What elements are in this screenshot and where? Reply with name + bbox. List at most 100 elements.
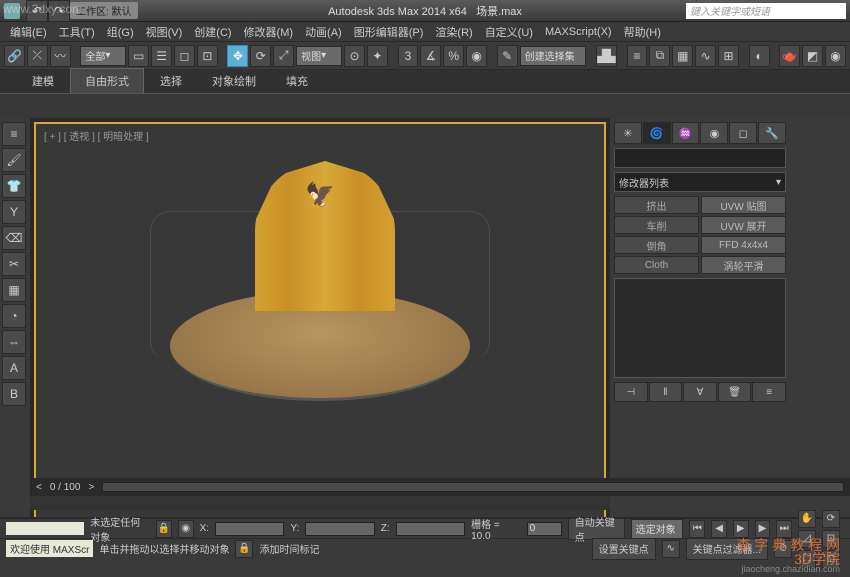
menu-modifiers[interactable]: 修改器(M): [238, 22, 300, 42]
configure-sets-button[interactable]: ≡: [752, 382, 786, 402]
play-button[interactable]: ▶: [733, 520, 749, 538]
key-filters-button[interactable]: 关键点过滤器...: [686, 538, 768, 560]
shirt-tool-button[interactable]: 👕: [2, 174, 26, 198]
material-editor-button[interactable]: ◐: [749, 45, 770, 67]
eraser-tool-button[interactable]: ⌫: [2, 226, 26, 250]
menu-tools[interactable]: 工具(T): [53, 22, 101, 42]
toggle-a-button[interactable]: A: [2, 356, 26, 380]
modifier-cloth-button[interactable]: Cloth: [614, 256, 699, 274]
link-button[interactable]: 🔗: [4, 45, 25, 67]
select-object-button[interactable]: ▭: [128, 45, 149, 67]
create-tab-button[interactable]: ✳: [614, 122, 642, 144]
constrain-button[interactable]: ⇔: [2, 330, 26, 354]
menu-create[interactable]: 创建(C): [188, 22, 237, 42]
ref-coord-dropdown[interactable]: 视图 ▾: [296, 46, 342, 66]
scrub-right-button[interactable]: >: [88, 482, 94, 493]
help-search-input[interactable]: 键入关键字或短语: [686, 3, 846, 19]
menu-edit[interactable]: 编辑(E): [4, 22, 53, 42]
modifier-lathe-button[interactable]: 车削: [614, 216, 699, 234]
ribbon-tab-selection[interactable]: 选择: [146, 69, 196, 93]
rendered-frame-button[interactable]: ◩: [802, 45, 823, 67]
modifier-uvw-map-button[interactable]: UVW 贴图: [701, 196, 786, 214]
y-spinner[interactable]: [305, 522, 374, 536]
menu-customize[interactable]: 自定义(U): [479, 22, 539, 42]
select-region-button[interactable]: ◻: [174, 45, 195, 67]
modifier-turbosmooth-button[interactable]: 涡轮平滑: [701, 256, 786, 274]
ribbon-tab-freeform[interactable]: 自由形式: [70, 68, 144, 93]
undo-button[interactable]: ↶: [26, 0, 48, 22]
utilities-tab-button[interactable]: 🔧: [758, 122, 786, 144]
display-tab-button[interactable]: ◻: [729, 122, 757, 144]
z-spinner[interactable]: [396, 522, 465, 536]
grid-tool-button[interactable]: ▦: [2, 278, 26, 302]
select-by-name-button[interactable]: ☰: [151, 45, 172, 67]
modifier-extrude-button[interactable]: 挤出: [614, 196, 699, 214]
modifier-ffd-button[interactable]: FFD 4x4x4: [701, 236, 786, 254]
set-key-button[interactable]: 设置关键点: [592, 538, 656, 560]
pan-view-button[interactable]: ✋: [798, 510, 816, 528]
show-end-result-button[interactable]: ‖: [649, 382, 683, 402]
branch-tool-button[interactable]: Y: [2, 200, 26, 224]
ribbon-tab-object-paint[interactable]: 对象绘制: [198, 69, 270, 93]
ribbon-tab-populate[interactable]: 填充: [272, 69, 322, 93]
key-lock-button[interactable]: 🔒: [235, 540, 253, 558]
x-spinner[interactable]: [215, 522, 284, 536]
ribbon-tab-modeling[interactable]: 建模: [18, 69, 68, 93]
graphite-toggle-button[interactable]: ▦: [672, 45, 693, 67]
redo-button[interactable]: ↷: [48, 0, 70, 22]
select-move-button[interactable]: ✥: [227, 45, 248, 67]
modifier-list-dropdown[interactable]: 修改器列表▾: [614, 172, 786, 192]
selection-filter-dropdown[interactable]: 全部 ▾: [80, 46, 126, 66]
menu-help[interactable]: 帮助(H): [618, 22, 667, 42]
menu-group[interactable]: 组(G): [101, 22, 140, 42]
mirror-button[interactable]: ▟▙: [596, 45, 617, 67]
add-time-tag-button[interactable]: 添加时间标记: [259, 541, 319, 556]
scrub-left-button[interactable]: <: [36, 482, 42, 493]
layer-manager-button[interactable]: ⧉: [649, 45, 670, 67]
trackbar[interactable]: [30, 496, 610, 510]
key-mode-button[interactable]: ∿: [662, 540, 680, 558]
frame-spinner[interactable]: 0: [527, 522, 562, 536]
window-crossing-button[interactable]: ⊡: [197, 45, 218, 67]
maximize-viewport-button[interactable]: ⛶: [798, 550, 816, 568]
smooth-tool-button[interactable]: ◔: [2, 304, 26, 328]
workspace-dropdown[interactable]: 工作区: 默认: [70, 2, 138, 19]
key-target-dropdown[interactable]: 选定对象: [631, 519, 684, 539]
modifier-bevel-button[interactable]: 倒角: [614, 236, 699, 254]
menu-maxscript[interactable]: MAXScript(X): [539, 24, 618, 40]
zoom-extents-button[interactable]: ⊡: [822, 530, 840, 548]
script-box[interactable]: [6, 522, 84, 535]
percent-snap-button[interactable]: %: [443, 45, 464, 67]
remove-modifier-button[interactable]: 🗑: [718, 382, 752, 402]
pin-stack-button[interactable]: ⊣: [614, 382, 648, 402]
motion-tab-button[interactable]: ◉: [700, 122, 728, 144]
object-name-field[interactable]: [614, 148, 786, 168]
select-manipulate-button[interactable]: ✦: [367, 45, 388, 67]
menu-animation[interactable]: 动画(A): [299, 22, 348, 42]
bind-spacewarp-button[interactable]: 〰: [50, 45, 71, 67]
prev-frame-button[interactable]: ◀: [711, 520, 727, 538]
modifier-stack[interactable]: [614, 278, 786, 378]
time-config-button[interactable]: ⏱: [774, 540, 792, 558]
pivot-center-button[interactable]: ⊙: [344, 45, 365, 67]
select-scale-button[interactable]: ⤢: [273, 45, 294, 67]
fov-button[interactable]: ◿: [798, 530, 816, 548]
next-frame-button[interactable]: ▶: [755, 520, 771, 538]
snap-toggle-button[interactable]: 3: [398, 45, 419, 67]
goto-start-button[interactable]: ⏮: [689, 520, 705, 538]
select-rotate-button[interactable]: ⟳: [250, 45, 271, 67]
arc-rotate-button[interactable]: ⟳: [822, 510, 840, 528]
align-button[interactable]: ≡: [627, 45, 648, 67]
min-max-toggle-button[interactable]: ◻: [822, 550, 840, 568]
goto-end-button[interactable]: ⏭: [776, 520, 792, 538]
render-setup-button[interactable]: 🫖: [779, 45, 800, 67]
isolate-button[interactable]: ◉: [178, 520, 194, 538]
modify-tab-button[interactable]: 🌀: [643, 122, 671, 144]
named-selection-dropdown[interactable]: 创建选择集: [520, 46, 587, 66]
cut-tool-button[interactable]: ✂: [2, 252, 26, 276]
menu-rendering[interactable]: 渲染(R): [429, 22, 478, 42]
menu-views[interactable]: 视图(V): [140, 22, 189, 42]
hierarchy-tab-button[interactable]: ♒: [672, 122, 700, 144]
make-unique-button[interactable]: ∀: [683, 382, 717, 402]
render-production-button[interactable]: ◉: [825, 45, 846, 67]
